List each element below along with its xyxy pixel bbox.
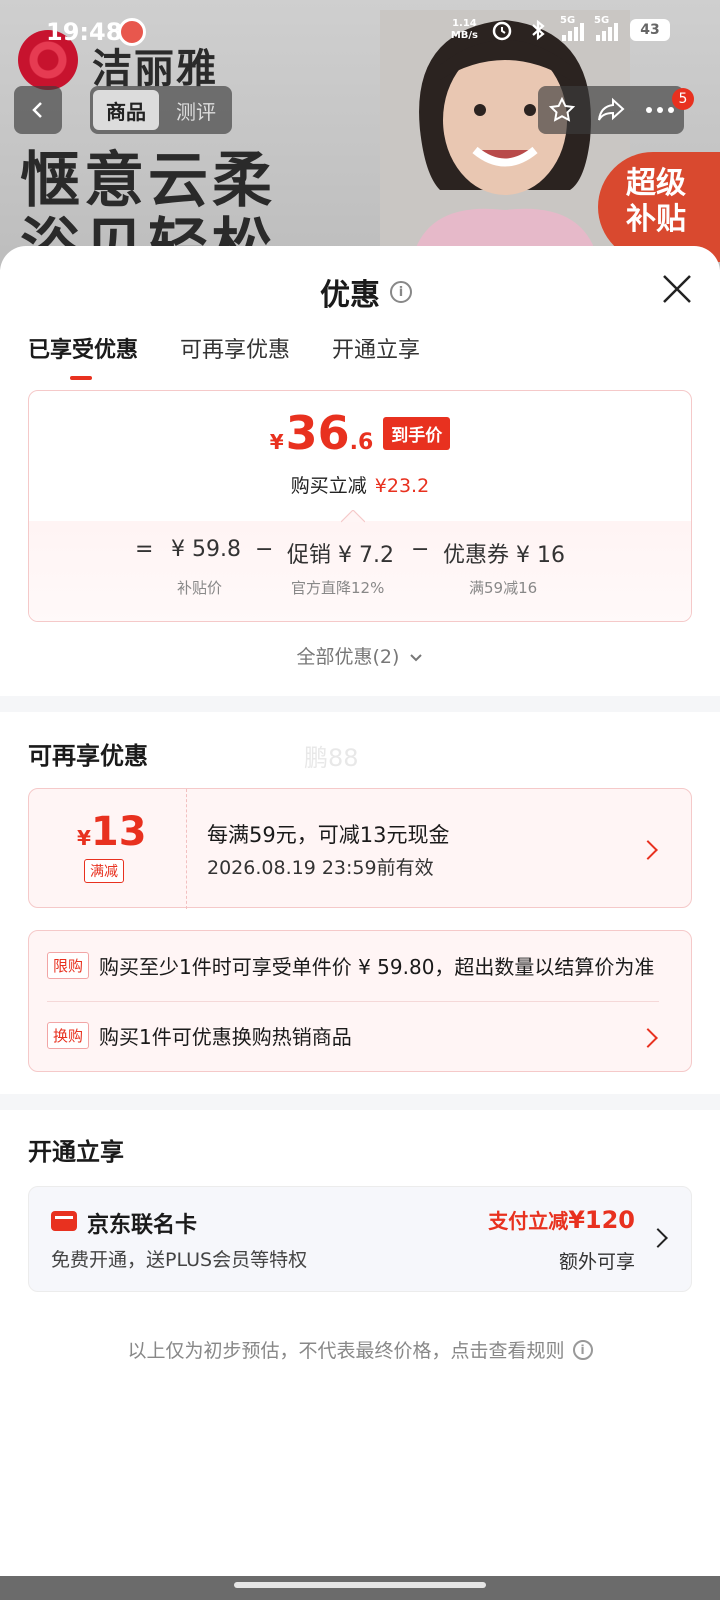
price-integer: 36 xyxy=(285,406,350,460)
final-price: ¥ 36 .6 到手价 xyxy=(29,407,691,459)
info-icon[interactable]: i xyxy=(390,281,412,303)
message-count-badge: 5 xyxy=(672,88,694,110)
promo-limit-row: 限购 购买至少1件时可享受单件价 ¥ 59.80，超出数量以结算价为准 xyxy=(47,951,654,980)
share-icon xyxy=(597,97,625,121)
breakdown-promotion-label: 官方直降12% xyxy=(291,579,385,597)
instant-discount-amount: ¥23.2 xyxy=(374,475,430,497)
all-offers-toggle[interactable]: 全部优惠(2) xyxy=(0,642,720,669)
breakdown-base-label: 补贴价 xyxy=(177,579,223,597)
co-branded-card-offer[interactable]: 京东联名卡 免费开通，送PLUS会员等特权 支付立减¥120 额外可享 xyxy=(28,1186,692,1292)
bluetooth-icon xyxy=(526,18,550,42)
breakdown-base-price: ¥ 59.8 xyxy=(171,537,241,562)
coupon-value-area: ¥ 13 满减 xyxy=(29,789,187,909)
chevron-right-icon xyxy=(638,840,658,860)
breakdown-equals: = xyxy=(135,537,154,562)
promo-exchange-text: 购买1件可优惠换购热销商品 xyxy=(99,1025,352,1049)
share-button[interactable] xyxy=(593,92,629,128)
product-header-background: 洁丽雅 惬意云柔 浴见轻松 超级 补贴 19:48 1.14 MB/s 5G 5… xyxy=(0,0,720,270)
more-dots-icon xyxy=(645,107,674,113)
sheet-title: 优惠 xyxy=(320,278,380,313)
coupon-value: 13 xyxy=(90,809,147,855)
card-name: 京东联名卡 xyxy=(87,1213,198,1238)
more-discounts-title: 可再享优惠 xyxy=(28,742,148,770)
sheet-header: 优惠 i xyxy=(320,270,412,314)
chevron-right-icon xyxy=(648,1228,668,1248)
instant-discount: 购买立减 ¥23.2 xyxy=(29,471,691,498)
notification-app-icon xyxy=(118,18,146,46)
tab-product[interactable]: 商品 xyxy=(93,90,159,130)
coupon-card[interactable]: ¥ 13 满减 每满59元，可减13元现金 2026.08.19 23:59前有… xyxy=(28,788,692,909)
card-extra-note: 额外可享 xyxy=(558,1251,635,1273)
credit-card-icon xyxy=(51,1211,77,1231)
status-bar: 19:48 1.14 MB/s 5G 5G 43 xyxy=(0,0,720,64)
card-benefits: 免费开通，送PLUS会员等特权 xyxy=(51,1249,308,1271)
breakdown-promotion: 促销 ¥ 7.2 xyxy=(287,543,394,568)
coupon-amount: ¥ 13 xyxy=(77,809,147,855)
section-divider xyxy=(0,1094,720,1110)
product-nav-tabs: 商品 测评 xyxy=(90,86,232,134)
home-indicator[interactable] xyxy=(234,1582,486,1588)
signal-icon-1: 5G xyxy=(560,15,584,41)
system-navigation-bar xyxy=(0,1576,720,1600)
close-icon xyxy=(663,275,691,303)
price-decimal: .6 xyxy=(349,430,374,455)
battery-icon: 43 xyxy=(630,19,670,41)
signal-label-2: 5G xyxy=(594,15,610,26)
promo-limit-text: 购买至少1件时可享受单件价 ¥ 59.80，超出数量以结算价为准 xyxy=(99,955,655,979)
info-icon: i xyxy=(572,1339,593,1360)
breakdown-minus-2: − xyxy=(411,537,430,562)
star-icon xyxy=(549,96,576,122)
chevron-left-icon xyxy=(32,102,42,118)
favorite-button[interactable] xyxy=(544,92,580,128)
tab-enjoyed-discounts[interactable]: 已享受优惠 xyxy=(28,332,138,380)
discount-bottom-sheet: 优惠 i 已享受优惠 可再享优惠 开通立享 ¥ 36 .6 到手价 购买立减 ¥2… xyxy=(0,246,720,1576)
final-price-card: ¥ 36 .6 到手价 购买立减 ¥23.2 = ¥ 59.8 补贴价 − 促销 … xyxy=(28,390,692,622)
close-button[interactable] xyxy=(660,272,694,306)
all-offers-label: 全部优惠(2) xyxy=(296,646,400,668)
instant-discount-label: 购买立减 xyxy=(290,475,367,497)
tab-more-discounts[interactable]: 可再享优惠 xyxy=(180,332,290,380)
tab-open-and-enjoy[interactable]: 开通立享 xyxy=(332,332,420,380)
coupon-type-badge: 满减 xyxy=(84,859,124,883)
price-currency: ¥ xyxy=(269,430,284,454)
back-button[interactable] xyxy=(14,86,62,134)
status-time: 19:48 xyxy=(46,18,123,46)
promo-separator xyxy=(47,1001,659,1002)
nav-actions xyxy=(538,86,684,134)
signal-icon-2: 5G xyxy=(594,15,618,41)
final-price-tag: 到手价 xyxy=(383,417,451,450)
promo-list-card: 限购 购买至少1件时可享受单件价 ¥ 59.80，超出数量以结算价为准 换购 购… xyxy=(28,930,692,1072)
coupon-valid-until: 2026.08.19 23:59前有效 xyxy=(207,857,434,879)
breakdown-coupon-label: 满59减16 xyxy=(469,579,538,597)
network-speed: 1.14 MB/s xyxy=(451,18,478,42)
alarm-icon xyxy=(490,18,514,42)
discount-tabs: 已享受优惠 可再享优惠 开通立享 xyxy=(28,332,420,380)
network-speed-value: 1.14 xyxy=(452,18,477,29)
card-payment-discount: 支付立减¥120 xyxy=(488,1205,635,1234)
promo-exchange-tag: 换购 xyxy=(47,1022,90,1049)
notch-pointer xyxy=(341,510,365,523)
pricing-disclaimer[interactable]: 以上仅为初步预估，不代表最终价格，点击查看规则 i xyxy=(0,1336,720,1363)
subsidy-line2: 补贴 xyxy=(626,202,686,237)
section-divider xyxy=(0,696,720,712)
coupon-currency: ¥ xyxy=(77,826,91,850)
disclaimer-text: 以上仅为初步预估，不代表最终价格，点击查看规则 xyxy=(127,1340,565,1362)
hero-slogan-line1: 惬意云柔 xyxy=(20,146,276,216)
promo-exchange-row[interactable]: 换购 购买1件可优惠换购热销商品 xyxy=(47,1021,352,1050)
card-offer-label: 支付立减 xyxy=(488,1209,569,1233)
promo-limit-tag: 限购 xyxy=(47,952,90,979)
card-offer-amount: ¥120 xyxy=(568,1206,635,1234)
breakdown-minus-1: − xyxy=(255,537,274,562)
signal-label-1: 5G xyxy=(560,15,576,26)
tab-review[interactable]: 测评 xyxy=(163,90,229,130)
watermark-text: 鹏88 xyxy=(304,744,359,772)
breakdown-coupon: 优惠券 ¥ 16 xyxy=(443,543,565,568)
network-speed-unit: MB/s xyxy=(450,30,478,41)
chevron-right-icon xyxy=(638,1028,658,1048)
open-enjoy-title: 开通立享 xyxy=(28,1138,124,1166)
chevron-down-icon xyxy=(410,654,423,662)
coupon-description: 每满59元，可减13元现金 xyxy=(207,823,450,847)
subsidy-line1: 超级 xyxy=(626,166,686,201)
